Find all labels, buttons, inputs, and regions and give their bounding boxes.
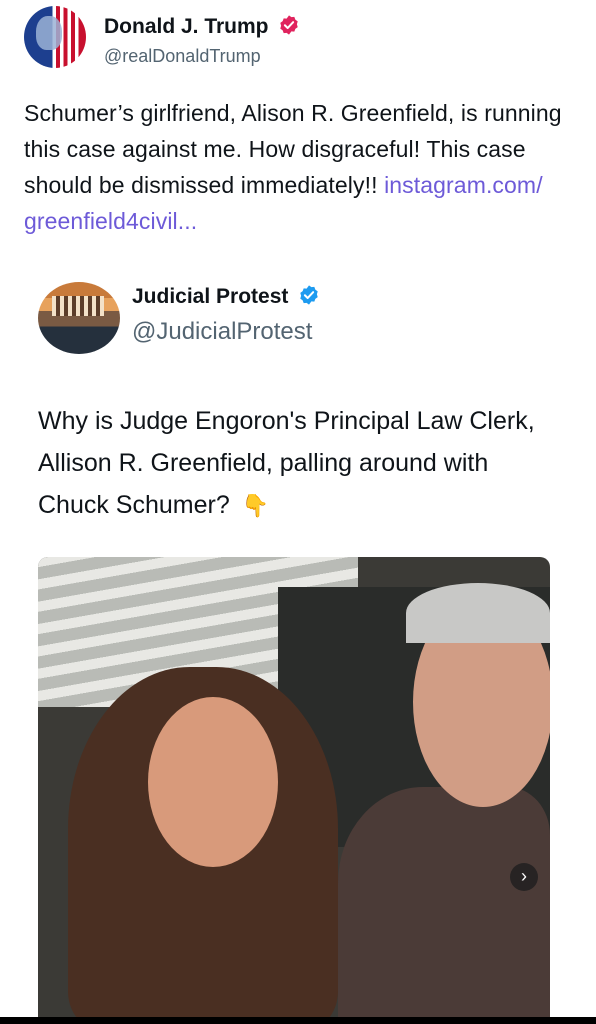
quoted-author-avatar[interactable] <box>38 282 120 354</box>
avatar-face <box>36 16 62 50</box>
verified-badge-icon <box>300 285 318 305</box>
chevron-right-icon[interactable]: › <box>510 863 538 891</box>
post-header: Donald J. Trump @realDonaldTrump <box>24 6 564 70</box>
verified-badge-icon <box>280 15 299 35</box>
post-text: Schumer’s girlfriend, Alison R. Greenfie… <box>24 95 564 239</box>
quoted-author-name-row[interactable]: Judicial Protest <box>132 284 320 309</box>
post-photo[interactable]: › <box>38 557 550 1017</box>
author-name-row[interactable]: Donald J. Trump <box>104 14 300 39</box>
quoted-author-handle[interactable]: @JudicialProtest <box>132 318 312 346</box>
photo-hair-right <box>406 583 550 643</box>
quoted-post-body: Why is Judge Engoron's Principal Law Cle… <box>38 407 535 519</box>
courthouse-columns <box>52 296 104 316</box>
author-avatar[interactable] <box>24 6 86 68</box>
author-handle[interactable]: @realDonaldTrump <box>104 46 261 67</box>
pointing-down-icon: 👇 <box>241 493 270 518</box>
photo-face-left <box>148 697 278 867</box>
quoted-author-name[interactable]: Judicial Protest <box>132 285 288 308</box>
photo-person-right <box>338 787 550 1017</box>
quoted-post-header[interactable]: Judicial Protest @JudicialProtest <box>38 282 558 358</box>
bottom-edge <box>0 1017 596 1024</box>
author-name[interactable]: Donald J. Trump <box>104 15 269 38</box>
quoted-post-text: Why is Judge Engoron's Principal Law Cle… <box>38 400 548 527</box>
